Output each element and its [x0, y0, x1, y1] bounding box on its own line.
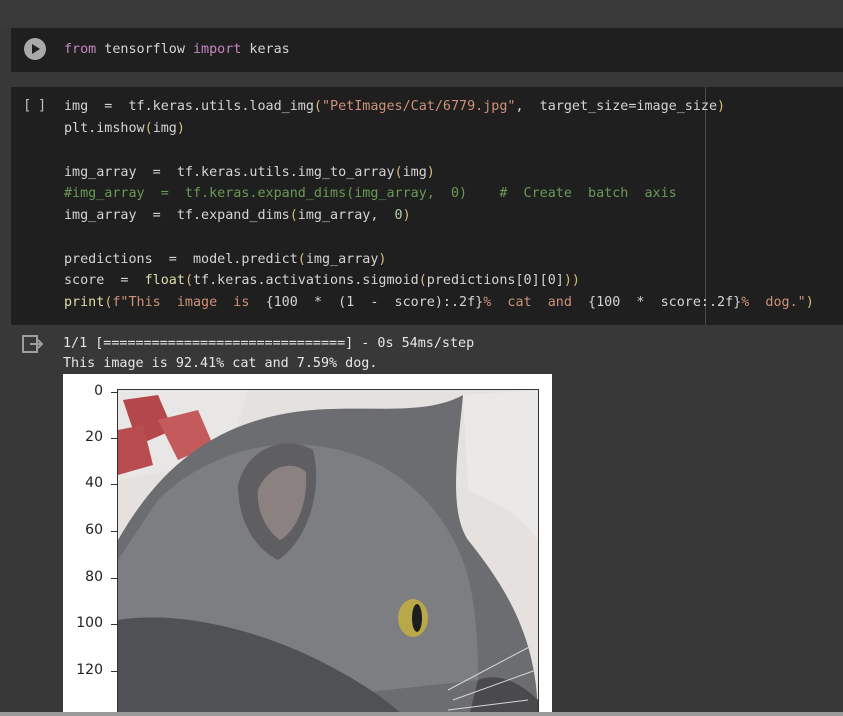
code-token: keras [241, 42, 290, 57]
code-token: ( [418, 273, 427, 288]
code-token: ( [297, 252, 306, 267]
code-line[interactable]: #img_array = tf.keras.expand_dims(img_ar… [64, 185, 677, 203]
code-token: , target_size=image_size [515, 99, 718, 114]
progress-output: 1/1 [==============================] - 0… [63, 336, 475, 351]
code-line[interactable]: plt.imshow(img) [64, 120, 185, 138]
code-line[interactable]: score = float(tf.keras.activations.sigmo… [64, 272, 580, 290]
code-token: {100 * score:.2f} [588, 295, 742, 310]
code-token: img [152, 121, 177, 136]
y-tick-label: 0 [94, 383, 103, 399]
code-token: img_array = tf.expand_dims [64, 208, 290, 223]
code-line[interactable]: img_array = tf.expand_dims(img_array, 0) [64, 207, 411, 225]
output-icon[interactable] [22, 335, 44, 353]
y-tick-label: 80 [85, 569, 103, 585]
code-line[interactable]: from tensorflow import keras [64, 41, 290, 59]
code-line[interactable]: predictions = model.predict(img_array) [64, 251, 386, 269]
y-tick-label: 60 [85, 522, 103, 538]
code-token: ) [176, 121, 185, 136]
code-token: tf.keras.activations.sigmoid [193, 273, 419, 288]
code-token: plt.imshow [64, 121, 145, 136]
code-cell-import[interactable]: from tensorflow import keras [11, 28, 843, 72]
code-token: tensorflow [96, 42, 193, 57]
code-token: "PetImages/Cat/6779.jpg" [321, 99, 516, 114]
code-token: ( [313, 99, 322, 114]
code-token: ) [426, 165, 435, 180]
code-token: f"This image is [112, 295, 266, 310]
y-tick-label: 20 [85, 429, 103, 445]
y-tick-label: 40 [85, 475, 103, 491]
cat-image [117, 389, 539, 716]
code-token: ( [394, 165, 403, 180]
cell-gap [11, 72, 843, 87]
code-token: #img_array = tf.keras.expand_dims(img_ar… [64, 186, 677, 201]
y-tick-label: 100 [76, 615, 103, 631]
code-token: % cat and [483, 295, 589, 310]
code-token: float [144, 273, 185, 288]
code-token: print [64, 295, 105, 310]
code-token: img_array [305, 252, 379, 267]
code-token: ( [184, 273, 193, 288]
execution-count-bracket: [ ] [23, 98, 46, 114]
code-token: % dog." [741, 295, 806, 310]
matplotlib-plot: 0 20 40 60 80 100 120 [63, 374, 552, 716]
cat-picture [118, 390, 538, 716]
code-token: import [193, 42, 242, 57]
line-length-ruler [705, 87, 706, 325]
code-token: ) [402, 208, 411, 223]
code-token: ) [717, 99, 726, 114]
code-token: ) [805, 295, 814, 310]
code-token: img = tf.keras.utils.load_img [64, 99, 314, 114]
code-token: ) [378, 252, 387, 267]
code-token: from [64, 42, 97, 57]
code-token: {100 * (1 - score):.2f} [265, 295, 484, 310]
code-token: score = [64, 273, 145, 288]
code-token: predictions = model.predict [64, 252, 298, 267]
result-output: This image is 92.41% cat and 7.59% dog. [63, 356, 378, 371]
code-line[interactable]: img_array = tf.keras.utils.img_to_array(… [64, 164, 435, 182]
run-cell-button[interactable] [24, 38, 46, 60]
code-token: predictions[0][0] [426, 273, 564, 288]
horizontal-scrollbar[interactable] [0, 712, 843, 716]
code-token: ( [144, 121, 153, 136]
code-token: img_array = tf.keras.utils.img_to_array [64, 165, 395, 180]
y-tick-label: 120 [76, 662, 103, 678]
code-token: img [402, 165, 427, 180]
code-token: 0 [394, 208, 403, 223]
code-token: )) [563, 273, 580, 288]
code-token: img_array, [297, 208, 395, 223]
code-cell-predict[interactable]: [ ] img = tf.keras.utils.load_img("PetIm… [11, 87, 843, 325]
code-line[interactable]: print(f"This image is {100 * (1 - score)… [64, 294, 814, 312]
top-strip [0, 0, 843, 27]
code-line[interactable]: img = tf.keras.utils.load_img("PetImages… [64, 98, 725, 116]
code-token: ( [289, 208, 298, 223]
